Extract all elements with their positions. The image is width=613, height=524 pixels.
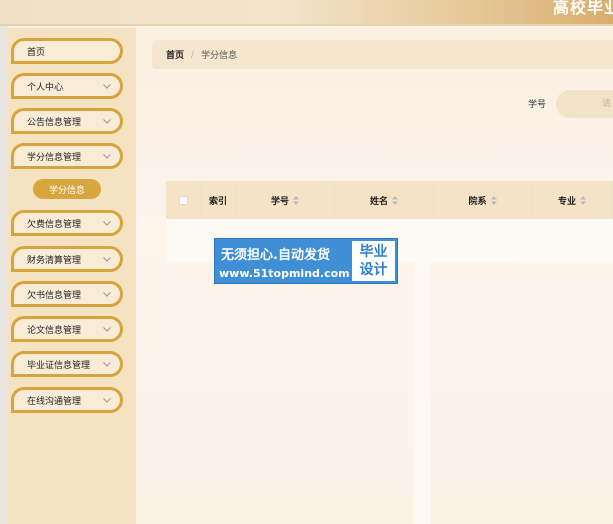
breadcrumb: 首页 / 学分信息: [152, 40, 613, 69]
sidebar-item-label: 个人中心: [27, 82, 64, 93]
chevron-down-icon: [102, 359, 112, 369]
sidebar-item-diploma-management[interactable]: 毕业证信息管理: [11, 351, 123, 377]
sidebar-item-credit-management[interactable]: 学分信息管理: [11, 143, 123, 169]
sidebar-item-label: 公告信息管理: [27, 117, 82, 128]
sidebar-item-label: 欠费信息管理: [27, 219, 82, 230]
column-header-label: 专业: [557, 196, 576, 207]
sidebar-item-label: 首页: [27, 47, 46, 58]
column-header-label: 院系: [468, 196, 487, 207]
sort-icon: [490, 195, 497, 205]
student-id-search-input[interactable]: [556, 90, 613, 118]
watermark-box-top: 毕业: [359, 244, 388, 260]
sidebar-item-finance-clearing[interactable]: 财务清算管理: [11, 246, 123, 272]
watermark-url: www.51topmind.com: [219, 267, 350, 280]
sidebar-item-label: 论文信息管理: [27, 325, 82, 336]
sort-icon: [580, 195, 586, 205]
sidebar-subitem-credit-info[interactable]: 学分信息: [33, 179, 101, 199]
chevron-down-icon: [102, 81, 112, 91]
watermark-box-bottom: 设计: [359, 262, 388, 278]
top-banner: 高校毕业: [0, 0, 613, 26]
sidebar-item-arrears-management[interactable]: 欠费信息管理: [11, 210, 123, 236]
column-header-student-id[interactable]: 学号: [236, 181, 335, 219]
sidebar-item-label: 学分信息管理: [27, 152, 82, 163]
chevron-down-icon: [102, 218, 112, 228]
sidebar: 首页 个人中心 公告信息管理 学分信息管理 学分信息 欠费信息管理 财务清算管理…: [8, 28, 136, 524]
sidebar-item-label: 毕业证信息管理: [27, 360, 91, 371]
sidebar-item-thesis-management[interactable]: 论文信息管理: [11, 316, 123, 342]
sidebar-item-online-chat[interactable]: 在线沟通管理: [11, 387, 123, 413]
column-header-index: 索引: [201, 181, 236, 219]
sidebar-item-notice-management[interactable]: 公告信息管理: [11, 108, 123, 134]
student-id-search-label: 学号: [528, 100, 547, 110]
chevron-down-icon: [102, 116, 112, 126]
chevron-down-icon: [102, 151, 112, 161]
column-header-label: 姓名: [369, 196, 388, 207]
column-header-label: 索引: [208, 196, 227, 207]
breadcrumb-home-link[interactable]: 首页: [166, 48, 184, 61]
column-header-label: 学号: [270, 196, 289, 207]
site-title: 高校毕业: [552, 0, 613, 17]
column-header-name[interactable]: 姓名: [335, 181, 434, 219]
chevron-down-icon: [102, 324, 112, 334]
sidebar-item-personal-center[interactable]: 个人中心: [11, 73, 123, 99]
chevron-down-icon: [102, 289, 112, 299]
sidebar-item-home[interactable]: 首页: [11, 38, 123, 64]
breadcrumb-current: 学分信息: [201, 51, 238, 61]
watermark-logo-box: 毕业 设计: [351, 240, 396, 282]
column-header-department[interactable]: 院系: [434, 181, 532, 219]
sort-icon: [392, 195, 398, 205]
select-all-cell: [166, 181, 201, 219]
background-decoration: [413, 259, 431, 524]
sidebar-item-label: 财务清算管理: [27, 255, 82, 266]
breadcrumb-separator: /: [191, 49, 195, 60]
chevron-down-icon: [102, 254, 112, 264]
sort-icon: [293, 195, 299, 205]
sidebar-item-book-debt-management[interactable]: 欠书信息管理: [11, 281, 123, 307]
sidebar-item-label: 欠书信息管理: [27, 290, 82, 301]
select-all-checkbox[interactable]: [178, 195, 188, 205]
left-edge-strip: [0, 26, 8, 524]
column-header-major[interactable]: 专业: [532, 181, 613, 219]
table-header: 索引 学号 姓名 院系 专业: [166, 181, 613, 219]
sidebar-item-label: 在线沟通管理: [27, 396, 82, 407]
chevron-down-icon: [102, 395, 112, 405]
watermark-slogan: 无须担心.自动发货: [221, 248, 330, 263]
watermark-banner: 无须担心.自动发货 www.51topmind.com 毕业 设计: [214, 238, 398, 284]
